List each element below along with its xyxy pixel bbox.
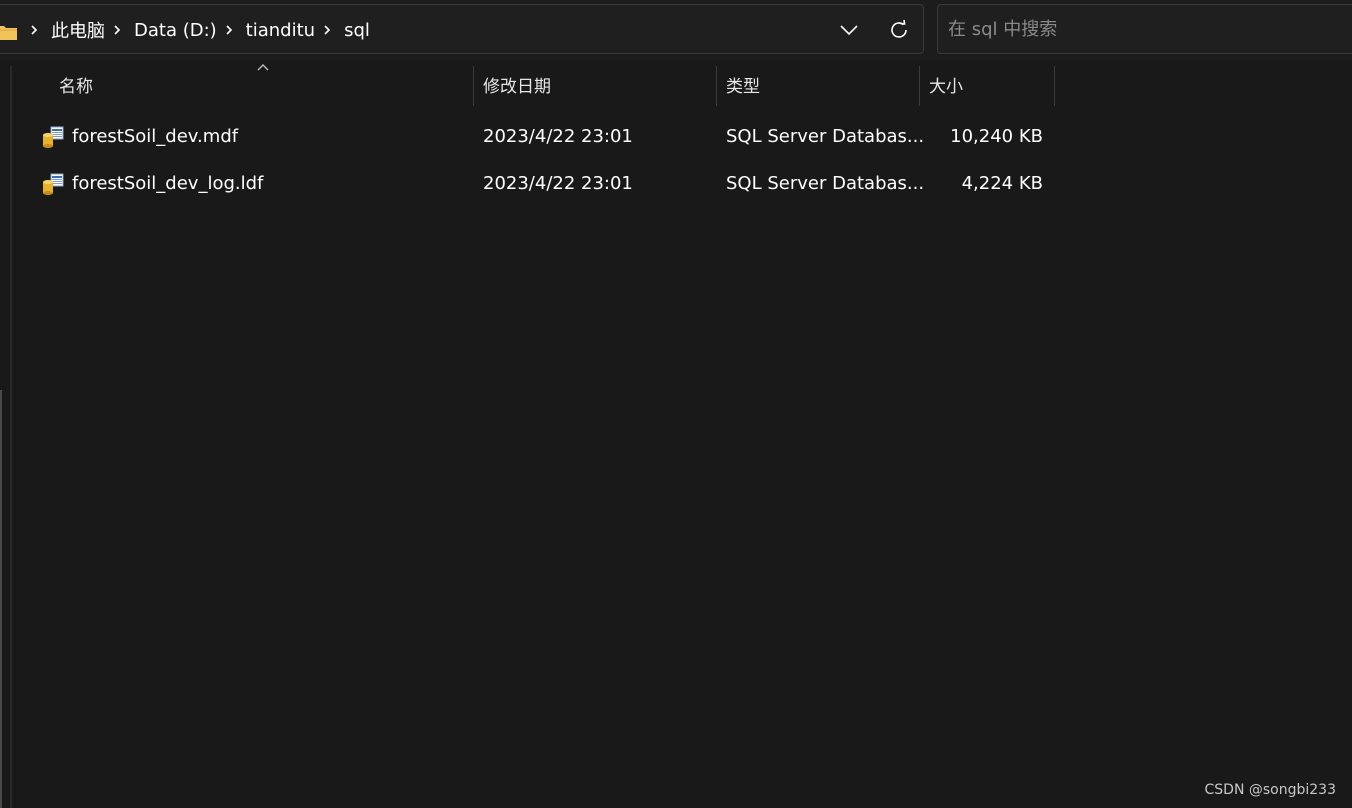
- file-type: SQL Server Databas...: [726, 126, 925, 147]
- navigation-pane-divider: [10, 66, 12, 808]
- file-name[interactable]: forestSoil_dev.mdf: [72, 114, 238, 160]
- search-input[interactable]: 在 sql 中搜索: [948, 5, 1057, 55]
- search-box[interactable]: 在 sql 中搜索: [937, 4, 1352, 54]
- column-resize-handle[interactable]: [473, 66, 474, 106]
- file-row[interactable]: forestSoil_dev_log.ldf 2023/4/22 23:01 S…: [14, 161, 1056, 207]
- address-history-button[interactable]: [837, 18, 861, 42]
- refresh-icon: [891, 19, 907, 38]
- column-resize-handle[interactable]: [1054, 66, 1055, 106]
- chevron-right-icon[interactable]: [224, 25, 234, 35]
- sort-ascending-icon: [257, 64, 269, 71]
- column-header-name[interactable]: 名称: [59, 66, 93, 108]
- breadcrumb-this-pc[interactable]: 此电脑: [50, 17, 106, 43]
- navigation-scrollbar[interactable]: [0, 390, 2, 808]
- file-modified-date: 2023/4/22 23:01: [483, 126, 633, 147]
- file-modified-date: 2023/4/22 23:01: [483, 173, 633, 194]
- breadcrumb: 此电脑 Data (D:) tianditu sql: [23, 5, 371, 55]
- file-type: SQL Server Databas...: [726, 173, 925, 194]
- file-name[interactable]: forestSoil_dev_log.ldf: [72, 161, 263, 207]
- column-header-row: 名称 修改日期 类型 大小: [14, 64, 1056, 108]
- file-size: 4,224 KB: [961, 173, 1043, 194]
- column-header-type[interactable]: 类型: [726, 66, 760, 108]
- column-header-modified[interactable]: 修改日期: [483, 66, 551, 108]
- breadcrumb-sql[interactable]: sql: [343, 20, 371, 41]
- chevron-right-icon[interactable]: [29, 25, 39, 35]
- breadcrumb-tianditu[interactable]: tianditu: [245, 20, 316, 41]
- file-row[interactable]: forestSoil_dev.mdf 2023/4/22 23:01 SQL S…: [14, 114, 1056, 160]
- refresh-button[interactable]: [887, 18, 911, 42]
- folder-icon: [0, 26, 17, 40]
- watermark-text: CSDN @songbi233: [1204, 782, 1336, 798]
- chevron-down-icon: [840, 25, 858, 36]
- file-size: 10,240 KB: [950, 126, 1043, 147]
- column-resize-handle[interactable]: [919, 66, 920, 106]
- column-header-size[interactable]: 大小: [929, 66, 963, 108]
- sql-database-file-icon: [43, 126, 64, 148]
- chevron-right-icon[interactable]: [112, 25, 122, 35]
- chevron-right-icon[interactable]: [322, 25, 332, 35]
- address-bar[interactable]: 此电脑 Data (D:) tianditu sql: [0, 4, 924, 54]
- breadcrumb-data-drive[interactable]: Data (D:): [133, 20, 218, 41]
- top-bar: 此电脑 Data (D:) tianditu sql 在 sql 中搜索: [0, 0, 1352, 60]
- sql-database-file-icon: [43, 173, 64, 195]
- column-resize-handle[interactable]: [716, 66, 717, 106]
